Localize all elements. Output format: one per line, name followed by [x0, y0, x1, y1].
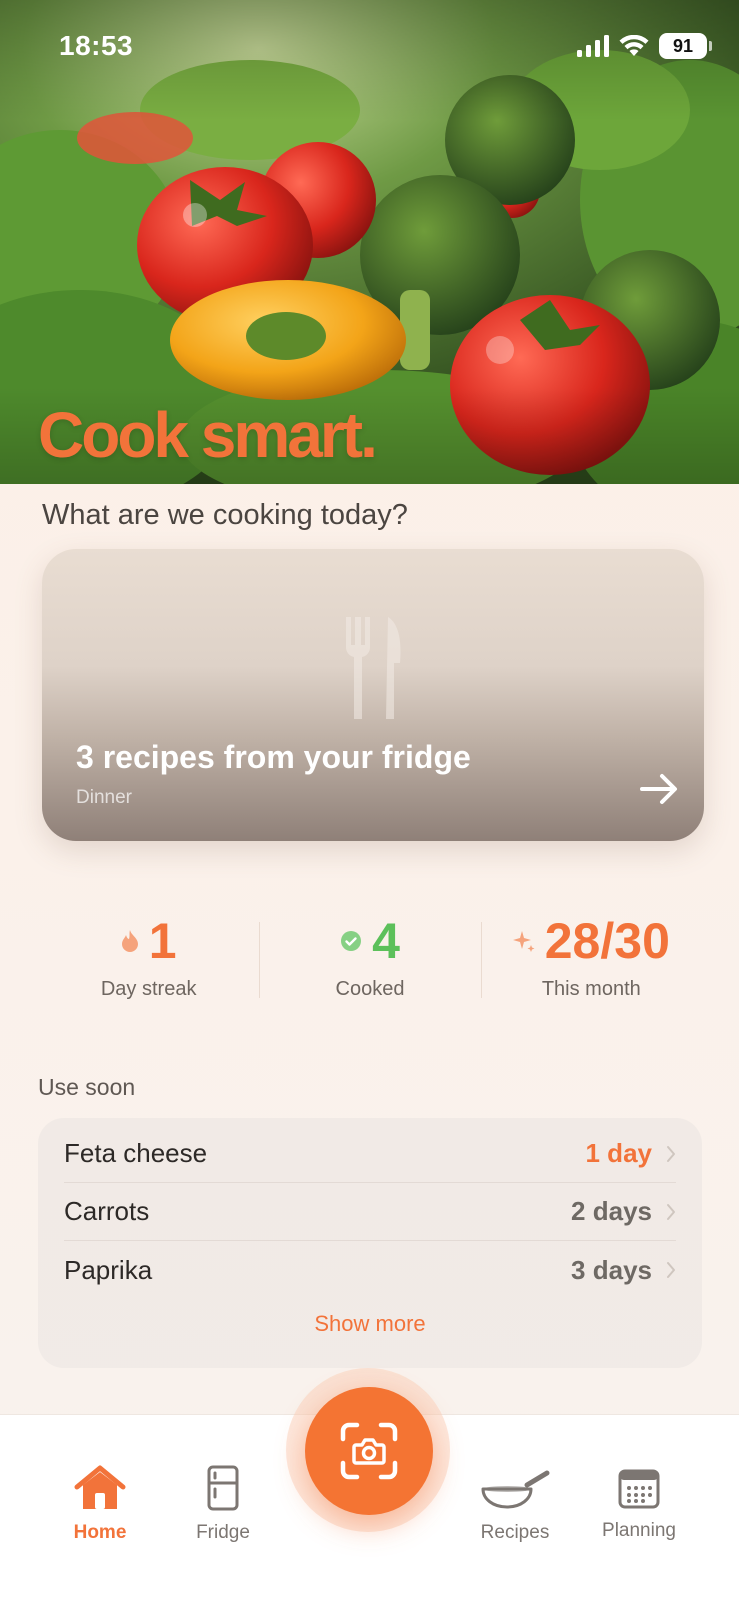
- tab-recipes-label: Recipes: [480, 1522, 550, 1543]
- tab-home-label: Home: [73, 1522, 127, 1543]
- item-days-left: 3 days: [571, 1254, 652, 1285]
- item-name: Paprika: [64, 1254, 153, 1285]
- stat-value-month: 28/30: [544, 913, 670, 969]
- scan-button[interactable]: [305, 1387, 433, 1515]
- tab-recipes[interactable]: Recipes: [470, 1467, 560, 1544]
- fridge-icon: [207, 1465, 239, 1511]
- chevron-right-icon: [667, 1203, 675, 1220]
- list-item[interactable]: Feta cheese 1 day: [64, 1125, 676, 1183]
- hero-title: Cook smart.: [38, 399, 378, 471]
- arrow-right-icon[interactable]: [636, 766, 682, 812]
- stat-label-streak: Day streak: [100, 978, 197, 1000]
- stat-cooked: 4 Cooked: [259, 910, 480, 1010]
- stat-day-streak: 1 Day streak: [38, 910, 259, 1010]
- fork-knife-icon: [345, 617, 401, 719]
- chevron-right-icon: [667, 1262, 675, 1278]
- cellular-signal-icon: [577, 35, 609, 57]
- home-icon: [74, 1465, 126, 1509]
- hero-banner: 18:53 91 Cook smart.: [0, 0, 739, 484]
- stat-label-month: This month: [541, 978, 641, 1000]
- flame-icon: [121, 930, 138, 952]
- battery-indicator: 91: [659, 33, 712, 59]
- chevron-right-icon: [667, 1145, 675, 1162]
- stat-label-cooked: Cooked: [335, 978, 405, 1000]
- calendar-icon: [618, 1469, 660, 1509]
- recipe-suggestion-card[interactable]: 3 recipes from your fridge Dinner: [42, 549, 704, 841]
- stat-value-streak: 1: [148, 913, 177, 969]
- tab-planning-label: Planning: [602, 1520, 676, 1541]
- status-bar: 18:53 91: [0, 0, 739, 96]
- tab-fridge[interactable]: Fridge: [186, 1465, 260, 1544]
- recipe-card-title: 3 recipes from your fridge: [76, 739, 471, 775]
- item-days-left: 1 day: [585, 1138, 653, 1168]
- tab-planning[interactable]: Planning: [592, 1467, 686, 1542]
- stat-this-month: 28/30 This month: [480, 910, 702, 1010]
- sparkle-icon: [512, 931, 535, 952]
- app-screen: 18:53 91 Cook smart. What are we cooking…: [0, 0, 739, 1600]
- item-name: Carrots: [64, 1196, 150, 1226]
- list-item[interactable]: Paprika 3 days: [64, 1241, 676, 1299]
- stat-value-cooked: 4: [372, 913, 400, 969]
- use-soon-heading: Use soon: [38, 1074, 136, 1100]
- list-item[interactable]: Carrots 2 days: [64, 1183, 676, 1241]
- frying-pan-icon: [481, 1470, 550, 1509]
- recipe-card-subtitle: Dinner: [76, 787, 132, 808]
- tab-home[interactable]: Home: [62, 1465, 138, 1544]
- item-days-left: 2 days: [571, 1196, 652, 1226]
- item-name: Feta cheese: [64, 1138, 208, 1168]
- stats-row: 1 Day streak 4 Cooked 28/30 This month: [38, 910, 702, 1010]
- camera-scan-icon: [340, 1422, 398, 1480]
- status-time: 18:53: [59, 30, 134, 61]
- use-soon-card: Feta cheese 1 day Carrots 2 days Paprika…: [38, 1118, 702, 1368]
- check-circle-icon: [341, 931, 362, 951]
- wifi-icon: [619, 35, 649, 56]
- page-prompt: What are we cooking today?: [42, 499, 408, 531]
- tab-fridge-label: Fridge: [196, 1522, 250, 1543]
- show-more-button[interactable]: Show more: [64, 1311, 676, 1337]
- status-icons: 91: [577, 33, 712, 59]
